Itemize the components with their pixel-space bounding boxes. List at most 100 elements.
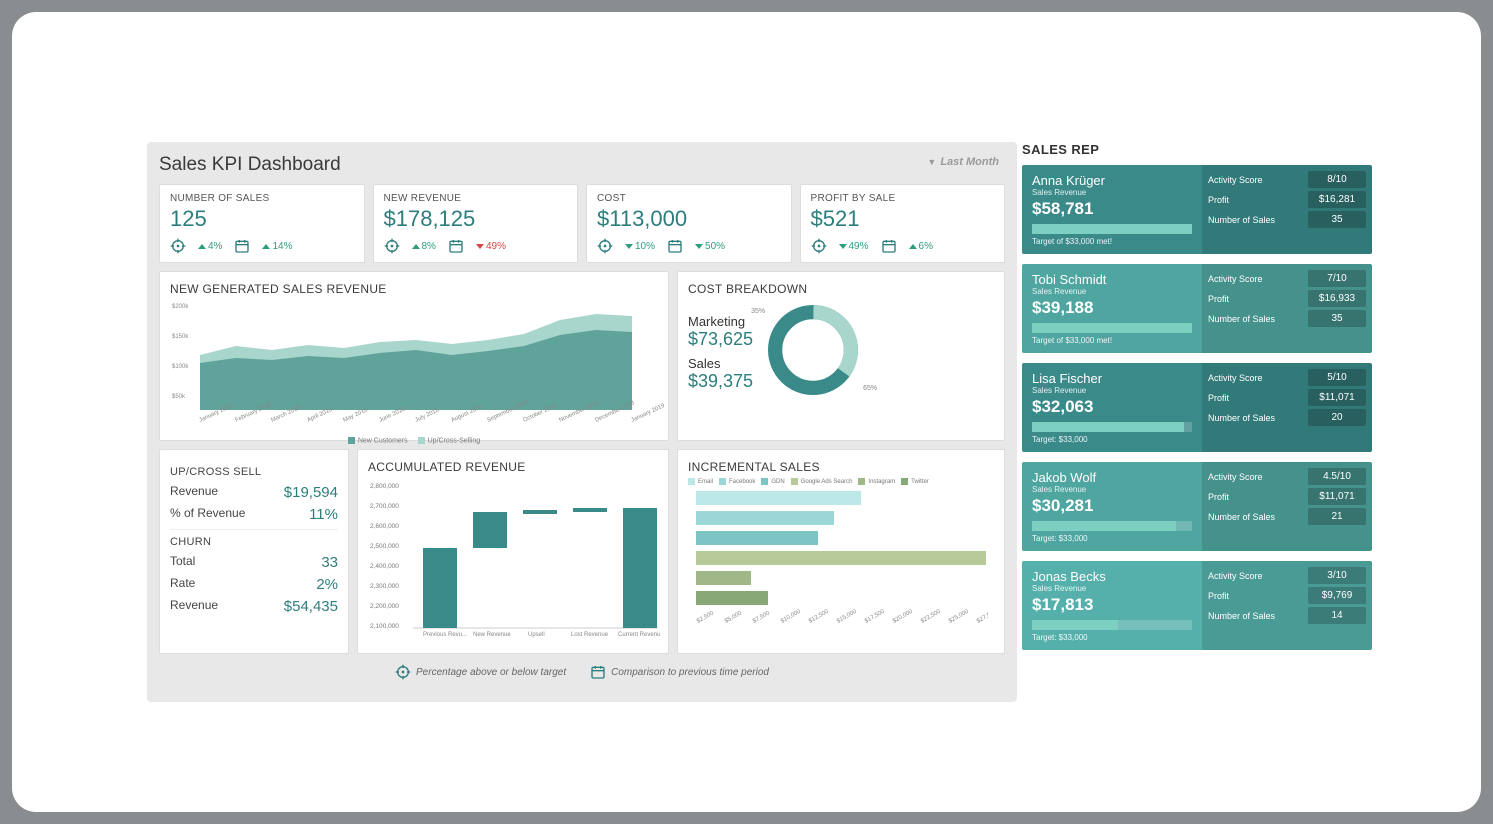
rep-profit: $11,071 bbox=[1308, 389, 1366, 406]
rep-activity: 5/10 bbox=[1308, 369, 1366, 386]
area-legend: New Customers Up/Cross-Selling bbox=[170, 437, 658, 444]
rep-subtitle: Sales Revenue bbox=[1032, 485, 1192, 494]
kpi-card: NUMBER OF SALES1254%14% bbox=[159, 184, 365, 263]
svg-text:2,400,000: 2,400,000 bbox=[370, 563, 399, 570]
svg-text:$12,500: $12,500 bbox=[808, 608, 830, 624]
target-icon bbox=[170, 238, 186, 254]
rep-progress bbox=[1032, 422, 1192, 432]
rep-sales: 20 bbox=[1308, 409, 1366, 426]
cost-sales-value: $39,375 bbox=[688, 371, 753, 392]
svg-text:2,600,000: 2,600,000 bbox=[370, 523, 399, 530]
rep-card[interactable]: Jakob WolfSales Revenue $30,281 Target: $3… bbox=[1022, 462, 1372, 551]
rep-subtitle: Sales Revenue bbox=[1032, 287, 1192, 296]
svg-text:2,100,000: 2,100,000 bbox=[370, 623, 399, 630]
svg-text:$25,000: $25,000 bbox=[948, 608, 970, 624]
svg-text:$22,500: $22,500 bbox=[920, 608, 942, 624]
rep-activity: 4.5/10 bbox=[1308, 468, 1366, 485]
rep-profit: $16,281 bbox=[1308, 191, 1366, 208]
acc-revenue-panel: ACCUMULATED REVENUE 2,800,0002,700,0002,… bbox=[357, 449, 669, 654]
rep-activity: 8/10 bbox=[1308, 171, 1366, 188]
svg-text:$150k: $150k bbox=[172, 334, 189, 340]
churn-title: CHURN bbox=[170, 536, 338, 548]
svg-text:$20,000: $20,000 bbox=[892, 608, 914, 624]
kpi-value: $113,000 bbox=[597, 206, 781, 232]
rep-activity: 3/10 bbox=[1308, 567, 1366, 584]
kpi-value: $178,125 bbox=[384, 206, 568, 232]
calendar-icon bbox=[667, 238, 683, 254]
rep-target: Target of $33,000 met! bbox=[1032, 336, 1192, 345]
svg-text:2,200,000: 2,200,000 bbox=[370, 603, 399, 610]
rep-sales: 35 bbox=[1308, 310, 1366, 327]
kpi-value: $521 bbox=[811, 206, 995, 232]
cost-sales-label: Sales bbox=[688, 356, 753, 371]
churn-rate: 2% bbox=[316, 576, 338, 593]
target-icon bbox=[395, 664, 411, 680]
svg-text:$200k: $200k bbox=[172, 304, 189, 310]
calendar-icon bbox=[234, 238, 250, 254]
rep-activity: 7/10 bbox=[1308, 270, 1366, 287]
kpi-target-pct: 4% bbox=[198, 241, 222, 252]
rep-sales: 14 bbox=[1308, 607, 1366, 624]
rep-target: Target: $33,000 bbox=[1032, 534, 1192, 543]
rep-revenue: $58,781 bbox=[1032, 199, 1192, 219]
area-chart-panel: NEW GENERATED SALES REVENUE $200k$150k$1… bbox=[159, 271, 669, 441]
svg-text:2,800,000: 2,800,000 bbox=[370, 483, 399, 490]
kpi-label: NUMBER OF SALES bbox=[170, 193, 354, 204]
metrics-panel: UP/CROSS SELL Revenue$19,594 % of Revenu… bbox=[159, 449, 349, 654]
rep-name: Anna Krüger bbox=[1032, 173, 1192, 188]
svg-text:2,500,000: 2,500,000 bbox=[370, 543, 399, 550]
area-chart-title: NEW GENERATED SALES REVENUE bbox=[170, 282, 658, 296]
rep-card[interactable]: Lisa FischerSales Revenue$32,063Target: … bbox=[1022, 363, 1372, 452]
svg-text:$2,500: $2,500 bbox=[696, 610, 715, 625]
area-chart: $200k$150k$100k$50k January 2018February… bbox=[170, 300, 670, 430]
svg-text:$27,500: $27,500 bbox=[976, 608, 988, 624]
kpi-cal-pct: 6% bbox=[909, 241, 933, 252]
rep-name: Jonas Becks bbox=[1032, 569, 1192, 584]
svg-text:January 2019: January 2019 bbox=[630, 403, 666, 424]
rep-profit: $11,071 bbox=[1308, 488, 1366, 505]
inc-legend: EmailFacebookGDNGoogle Ads SearchInstagr… bbox=[688, 478, 994, 485]
inc-title: INCREMENTAL SALES bbox=[688, 460, 994, 474]
inc-chart: $2,500$5,000$7,500$10,000$12,500$15,000$… bbox=[688, 485, 988, 630]
svg-text:$7,500: $7,500 bbox=[752, 610, 771, 625]
acc-chart: 2,800,0002,700,0002,600,0002,500,0002,40… bbox=[368, 478, 660, 638]
legend-footer: Percentage above or below target Compari… bbox=[159, 664, 1005, 680]
rep-progress bbox=[1032, 620, 1192, 630]
rep-subtitle: Sales Revenue bbox=[1032, 188, 1192, 197]
kpi-label: NEW REVENUE bbox=[384, 193, 568, 204]
target-icon bbox=[811, 238, 827, 254]
cost-breakdown-panel: COST BREAKDOWN Marketing $73,625 Sales $… bbox=[677, 271, 1005, 441]
rep-card[interactable]: Tobi SchmidtSales Revenue$39,188Target o… bbox=[1022, 264, 1372, 353]
dashboard-panel: Sales KPI Dashboard Last Month NUMBER OF… bbox=[147, 142, 1017, 702]
rep-target: Target of $33,000 met! bbox=[1032, 237, 1192, 246]
calendar-icon bbox=[881, 238, 897, 254]
period-filter[interactable]: Last Month bbox=[927, 156, 999, 168]
rep-card[interactable]: Anna KrügerSales Revenue $58,781 Target of… bbox=[1022, 165, 1372, 254]
cost-title: COST BREAKDOWN bbox=[688, 282, 994, 296]
rep-revenue: $39,188 bbox=[1032, 298, 1192, 318]
kpi-target-pct: 10% bbox=[625, 241, 655, 252]
rep-revenue: $30,281 bbox=[1032, 496, 1192, 516]
rep-target: Target: $33,000 bbox=[1032, 633, 1192, 642]
kpi-target-pct: 8% bbox=[412, 241, 436, 252]
upcross-revenue: $19,594 bbox=[284, 484, 338, 501]
rep-name: Jakob Wolf bbox=[1032, 470, 1192, 485]
svg-text:Lost Revenue: Lost Revenue bbox=[571, 632, 609, 638]
svg-text:$5,000: $5,000 bbox=[724, 610, 743, 625]
rep-card[interactable]: Jonas BecksSales Revenue$17,813Target: $… bbox=[1022, 561, 1372, 650]
cost-marketing-value: $73,625 bbox=[688, 329, 753, 350]
sales-rep-title: SALES REP bbox=[1022, 142, 1372, 157]
kpi-card: NEW REVENUE$178,1258%49% bbox=[373, 184, 579, 263]
kpi-card: PROFIT BY SALE$52149%6% bbox=[800, 184, 1006, 263]
inc-sales-panel: INCREMENTAL SALES EmailFacebookGDNGoogle… bbox=[677, 449, 1005, 654]
rep-progress bbox=[1032, 224, 1192, 234]
rep-sales: 21 bbox=[1308, 508, 1366, 525]
upcross-title: UP/CROSS SELL bbox=[170, 466, 338, 478]
acc-title: ACCUMULATED REVENUE bbox=[368, 460, 658, 474]
target-icon bbox=[597, 238, 613, 254]
svg-text:$10,000: $10,000 bbox=[780, 608, 802, 624]
rep-subtitle: Sales Revenue bbox=[1032, 584, 1192, 593]
churn-total: 33 bbox=[321, 554, 338, 571]
target-icon bbox=[384, 238, 400, 254]
kpi-label: PROFIT BY SALE bbox=[811, 193, 995, 204]
